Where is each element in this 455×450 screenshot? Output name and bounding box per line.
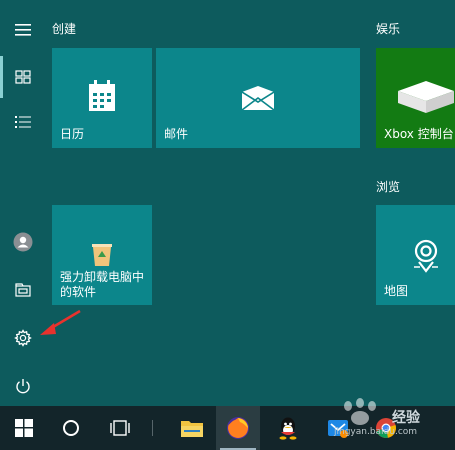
qq-icon[interactable] (266, 406, 310, 450)
tile-mail[interactable]: 邮件 (156, 48, 360, 148)
tile-mail-label: 邮件 (164, 127, 189, 141)
power-icon[interactable] (0, 364, 46, 408)
tile-uninstaller-label-line1: 强力卸载电脑中 (60, 270, 145, 284)
tile-maps[interactable]: 地图 (376, 205, 455, 305)
start-left-rail (0, 0, 46, 406)
documents-icon[interactable] (0, 268, 46, 312)
watermark-url: jingyan.baidu.com (334, 427, 418, 437)
tiles-icon[interactable] (0, 55, 46, 99)
annotation-arrow (40, 309, 81, 335)
tile-uninstaller[interactable]: 强力卸载电脑中 的软件 (52, 205, 152, 305)
mail-icon (240, 84, 276, 112)
tile-maps-label: 地图 (384, 284, 409, 298)
task-view-icon[interactable] (98, 406, 142, 450)
tile-xbox[interactable]: Xbox 控制台... (376, 48, 455, 148)
group-label-entertainment: 娱乐 (376, 22, 401, 36)
watermark-brand: 经验 (392, 410, 420, 426)
user-icon[interactable] (0, 220, 46, 264)
calendar-icon (86, 78, 118, 114)
tile-uninstaller-label: 强力卸载电脑中 的软件 (60, 270, 144, 300)
file-explorer-icon[interactable] (170, 406, 214, 450)
tile-calendar[interactable]: 日历 (52, 48, 152, 148)
taskbar-divider (152, 420, 153, 436)
windows-icon[interactable] (2, 406, 46, 450)
tile-uninstaller-label-line2: 的软件 (60, 285, 97, 299)
list-icon[interactable] (0, 100, 46, 144)
map-pin-icon (406, 235, 446, 275)
tile-xbox-label: Xbox 控制台... (384, 127, 455, 141)
tile-calendar-label: 日历 (60, 127, 85, 141)
cortana-icon[interactable] (49, 406, 93, 450)
firefox-icon[interactable] (216, 406, 260, 450)
recycle-bin-icon (88, 239, 116, 269)
hamburger-menu-icon[interactable] (0, 8, 46, 52)
xbox-console-icon (396, 76, 455, 118)
group-label-browse: 浏览 (376, 180, 401, 194)
group-label-create: 创建 (52, 22, 77, 36)
